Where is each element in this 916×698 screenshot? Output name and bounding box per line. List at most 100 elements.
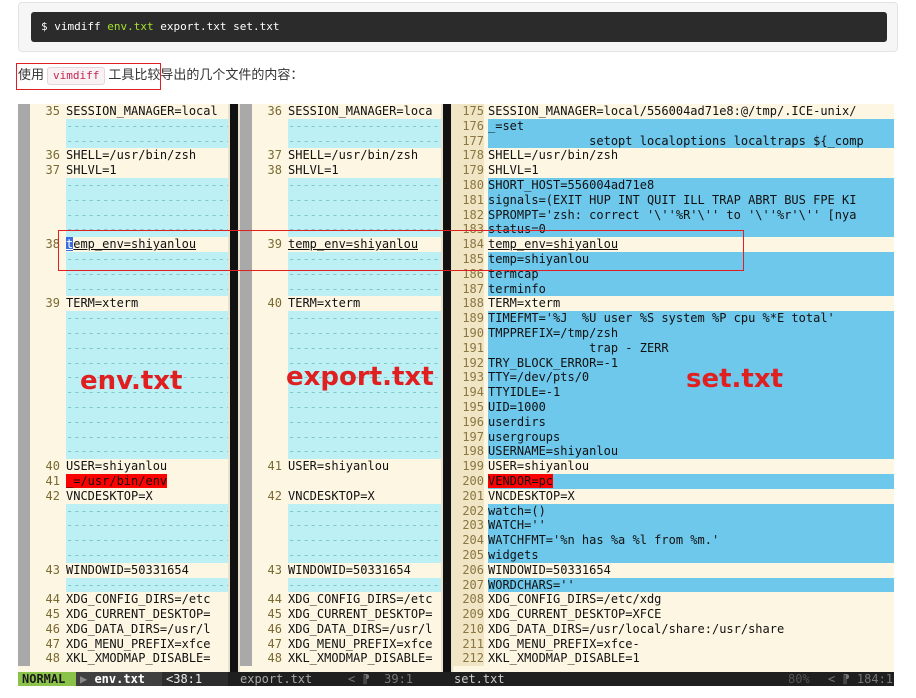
diff-line[interactable]: 45 XDG_CURRENT_DESKTOP= bbox=[240, 607, 441, 622]
diff-line[interactable]: ------------------------------ bbox=[240, 118, 441, 134]
diff-line[interactable]: 202 watch=() bbox=[452, 503, 894, 519]
diff-line[interactable]: 201 VNCDESKTOP=X bbox=[452, 488, 894, 504]
diff-line[interactable]: ------------------------------ bbox=[240, 577, 441, 593]
diff-line[interactable]: 207 WORDCHARS='' bbox=[452, 577, 894, 593]
diff-line[interactable]: ------------------------------ bbox=[18, 399, 228, 415]
diff-line[interactable]: ------------------------------ bbox=[18, 177, 228, 193]
diff-line[interactable]: 45 XDG_CURRENT_DESKTOP= bbox=[18, 607, 228, 622]
diff-line[interactable]: ------------------------------ bbox=[240, 177, 441, 193]
diff-line[interactable]: ------------------------------ bbox=[240, 533, 441, 548]
diff-line[interactable]: ------------------------------ bbox=[18, 340, 228, 356]
diff-line[interactable]: ------------------------------ bbox=[18, 577, 228, 593]
diff-line[interactable]: 193 TTY=/dev/pts/0 bbox=[452, 370, 894, 386]
diff-line[interactable]: ------------------------------ bbox=[18, 547, 228, 563]
diff-line[interactable]: ------------------------------ bbox=[18, 325, 228, 341]
diff-line[interactable]: ------------------------------ bbox=[240, 207, 441, 223]
diff-line[interactable]: 47 XDG_MENU_PREFIX=xfce bbox=[240, 636, 441, 652]
diff-line[interactable]: 187 terminfo bbox=[452, 281, 894, 297]
diff-line[interactable]: 43 WINDOWID=50331654 bbox=[240, 562, 441, 578]
diff-line[interactable]: ------------------------------ bbox=[18, 503, 228, 519]
diff-line[interactable]: 48 XKL_XMODMAP_DISABLE= bbox=[240, 651, 441, 667]
diff-line[interactable]: 181 signals=(EXIT HUP INT QUIT ILL TRAP A… bbox=[452, 192, 894, 208]
diff-line[interactable]: 40 USER=shiyanlou bbox=[18, 459, 228, 474]
diff-line[interactable]: 191 trap - ZERR bbox=[452, 340, 894, 356]
vimdiff-terminal[interactable]: 35 SESSION_MANAGER=local -----------------… bbox=[18, 104, 894, 686]
diff-line[interactable]: 185 temp=shiyanlou bbox=[452, 251, 894, 267]
diff-line[interactable]: ------------------------------ bbox=[240, 325, 441, 341]
diff-line[interactable]: 206 WINDOWID=50331654 bbox=[452, 562, 894, 578]
diff-line[interactable]: ------------------------------ bbox=[18, 266, 228, 282]
diff-line[interactable]: ------------------------------ bbox=[240, 281, 441, 297]
diff-line[interactable]: 176 _=set bbox=[452, 118, 894, 134]
diff-line[interactable]: 197 usergroups bbox=[452, 429, 894, 445]
diff-line[interactable]: 37 SHELL=/usr/bin/zsh bbox=[240, 148, 441, 164]
diff-line[interactable]: ------------------------------ bbox=[240, 518, 441, 534]
diff-line[interactable] bbox=[240, 473, 441, 489]
diff-line[interactable]: ------------------------------ bbox=[18, 251, 228, 267]
diff-line[interactable]: ------------------------------ bbox=[240, 133, 441, 149]
diff-line[interactable]: 189 TIMEFMT='%J %U user %S system %P cpu … bbox=[452, 311, 894, 326]
diff-line[interactable]: ------------------------------ bbox=[240, 251, 441, 267]
diff-line[interactable]: 183 status=0 bbox=[452, 222, 894, 238]
diff-line[interactable]: 178 SHELL=/usr/bin/zsh bbox=[452, 148, 894, 164]
diff-line[interactable]: ------------------------------ bbox=[240, 547, 441, 563]
diff-line[interactable]: ------------------------------ bbox=[18, 281, 228, 297]
diff-line[interactable]: 41 _=/usr/bin/env bbox=[18, 473, 228, 489]
diff-line[interactable]: 209 XDG_CURRENT_DESKTOP=XFCE bbox=[452, 607, 894, 622]
diff-line[interactable]: 46 XDG_DATA_DIRS=/usr/l bbox=[240, 621, 441, 637]
diff-line[interactable]: ------------------------------ bbox=[240, 192, 441, 208]
diff-line[interactable]: 46 XDG_DATA_DIRS=/usr/l bbox=[18, 621, 228, 637]
diff-line[interactable]: 44 XDG_CONFIG_DIRS=/etc bbox=[240, 592, 441, 608]
diff-line[interactable]: ------------------------------ bbox=[18, 518, 228, 534]
diff-line[interactable]: 203 WATCH='' bbox=[452, 518, 894, 534]
diff-line[interactable]: 190 TMPPREFIX=/tmp/zsh bbox=[452, 325, 894, 341]
diff-line[interactable]: 182 SPROMPT='zsh: correct '\''%R'\'' to '… bbox=[452, 207, 894, 223]
diff-line[interactable]: ------------------------------ bbox=[18, 118, 228, 134]
diff-line[interactable]: 196 userdirs bbox=[452, 414, 894, 430]
diff-line[interactable]: 205 widgets bbox=[452, 547, 894, 563]
diff-line[interactable]: 177 setopt localoptions localtraps ${_co… bbox=[452, 133, 894, 149]
diff-line[interactable]: ------------------------------ bbox=[18, 429, 228, 445]
diff-line[interactable]: 211 XDG_MENU_PREFIX=xfce- bbox=[452, 636, 894, 652]
diff-line[interactable]: 36 SESSION_MANAGER=loca bbox=[240, 104, 441, 119]
diff-line[interactable]: 35 SESSION_MANAGER=local bbox=[18, 104, 228, 119]
diff-line[interactable]: ------------------------------ bbox=[18, 533, 228, 548]
diff-line[interactable]: 192 TRY_BLOCK_ERROR=-1 bbox=[452, 355, 894, 371]
diff-line[interactable]: 41 USER=shiyanlou bbox=[240, 459, 441, 474]
diff-line[interactable]: 184 temp_env=shiyanlou bbox=[452, 237, 894, 252]
diff-line[interactable]: 195 UID=1000 bbox=[452, 399, 894, 415]
diff-line[interactable]: 188 TERM=xterm bbox=[452, 296, 894, 312]
diff-line[interactable]: ------------------------------ bbox=[240, 222, 441, 238]
diff-line[interactable]: 40 TERM=xterm bbox=[240, 296, 441, 312]
diff-line[interactable]: 43 WINDOWID=50331654 bbox=[18, 562, 228, 578]
diff-line[interactable]: 42 VNCDESKTOP=X bbox=[18, 488, 228, 504]
diff-line[interactable]: ------------------------------ bbox=[240, 399, 441, 415]
diff-line[interactable]: ------------------------------ bbox=[18, 311, 228, 326]
diff-line[interactable]: 39 temp_env=shiyanlou bbox=[240, 237, 441, 252]
diff-line[interactable]: 179 SHLVL=1 bbox=[452, 163, 894, 178]
diff-line[interactable]: 199 USER=shiyanlou bbox=[452, 459, 894, 474]
diff-line[interactable]: ------------------------------ bbox=[240, 266, 441, 282]
diff-line[interactable]: 194 TTYIDLE=-1 bbox=[452, 385, 894, 400]
diff-line[interactable]: 38 temp_env=shiyanlou bbox=[18, 237, 228, 252]
diff-line[interactable]: 42 VNCDESKTOP=X bbox=[240, 488, 441, 504]
diff-pane-set[interactable]: 175 SESSION_MANAGER=local/556004ad71e8:@/… bbox=[452, 104, 894, 672]
diff-line[interactable]: ------------------------------ bbox=[240, 414, 441, 430]
diff-line[interactable]: ------------------------------ bbox=[240, 429, 441, 445]
diff-line[interactable]: ------------------------------ bbox=[18, 414, 228, 430]
diff-line[interactable]: 186 termcap bbox=[452, 266, 894, 282]
diff-line[interactable]: ------------------------------ bbox=[240, 444, 441, 460]
diff-line[interactable]: 180 SHORT_HOST=556004ad71e8 bbox=[452, 177, 894, 193]
diff-line[interactable]: 36 SHELL=/usr/bin/zsh bbox=[18, 148, 228, 164]
diff-line[interactable]: ------------------------------ bbox=[18, 207, 228, 223]
diff-line[interactable]: 208 XDG_CONFIG_DIRS=/etc/xdg bbox=[452, 592, 894, 608]
diff-line[interactable]: ------------------------------ bbox=[18, 222, 228, 238]
diff-line[interactable]: 48 XKL_XMODMAP_DISABLE= bbox=[18, 651, 228, 667]
diff-line[interactable]: 210 XDG_DATA_DIRS=/usr/local/share:/usr/s… bbox=[452, 621, 894, 637]
diff-line[interactable]: ------------------------------ bbox=[240, 311, 441, 326]
diff-line[interactable]: ------------------------------ bbox=[240, 340, 441, 356]
diff-line[interactable]: 198 USERNAME=shiyanlou bbox=[452, 444, 894, 460]
diff-line[interactable]: ------------------------------ bbox=[18, 133, 228, 149]
diff-line[interactable]: 212 XKL_XMODMAP_DISABLE=1 bbox=[452, 651, 894, 667]
diff-line[interactable]: 44 XDG_CONFIG_DIRS=/etc bbox=[18, 592, 228, 608]
